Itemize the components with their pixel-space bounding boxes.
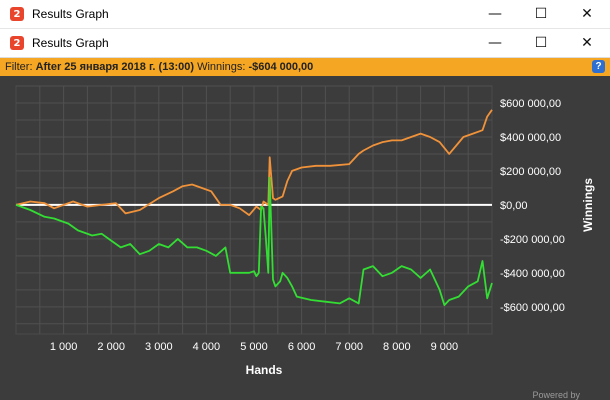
- inner-title-bar: 2 Results Graph — ☐ ✕: [0, 29, 610, 58]
- panel-maximize-button[interactable]: ☐: [518, 29, 564, 57]
- y-tick-label: -$600 000,00: [500, 302, 565, 314]
- filter-value[interactable]: After 25 января 2018 г. (13:00): [36, 61, 194, 73]
- y-tick-label: $400 000,00: [500, 132, 561, 144]
- close-button[interactable]: ✕: [564, 0, 610, 28]
- x-tick-label: 9 000: [431, 341, 459, 353]
- x-tick-label: 8 000: [383, 341, 411, 353]
- panel-minimize-button[interactable]: —: [472, 29, 518, 57]
- results-chart: 1 000 2 000 3 000 4 000 5 000 6 000 7 000 8 000…: [15, 85, 595, 377]
- x-tick-label: 6 000: [288, 341, 316, 353]
- filter-bar: Filter: After 25 января 2018 г. (13:00) …: [0, 58, 610, 76]
- winnings-label: Winnings:: [197, 61, 246, 73]
- help-icon[interactable]: ?: [592, 60, 605, 73]
- x-tick-label: 4 000: [193, 341, 221, 353]
- panel-title: Results Graph: [32, 36, 109, 50]
- x-tick-label: 2 000: [97, 341, 125, 353]
- x-tick-label: 3 000: [145, 341, 173, 353]
- x-tick-label: 5 000: [240, 341, 268, 353]
- outer-title-bar: 2 Results Graph — ☐ ✕: [0, 0, 610, 29]
- filter-label: Filter:: [5, 61, 33, 73]
- x-tick-label: 7 000: [335, 341, 363, 353]
- minimize-button[interactable]: —: [472, 0, 518, 28]
- y-tick-label: $0,00: [500, 200, 528, 212]
- maximize-button[interactable]: ☐: [518, 0, 564, 28]
- window-title: Results Graph: [32, 7, 109, 21]
- y-tick-label: -$200 000,00: [500, 234, 565, 246]
- y-axis-label: Winnings: [581, 178, 595, 232]
- winnings-value: -$604 000,00: [248, 61, 314, 73]
- powered-by-footer: Powered by: [532, 390, 580, 400]
- y-tick-label: -$400 000,00: [500, 268, 565, 280]
- y-tick-label: $600 000,00: [500, 98, 561, 110]
- panel-close-button[interactable]: ✕: [564, 29, 610, 57]
- app-logo-icon: 2: [10, 7, 24, 21]
- x-tick-label: 1 000: [50, 341, 78, 353]
- x-axis-label: Hands: [246, 363, 283, 377]
- app-logo-icon: 2: [10, 36, 24, 50]
- y-tick-label: $200 000,00: [500, 166, 561, 178]
